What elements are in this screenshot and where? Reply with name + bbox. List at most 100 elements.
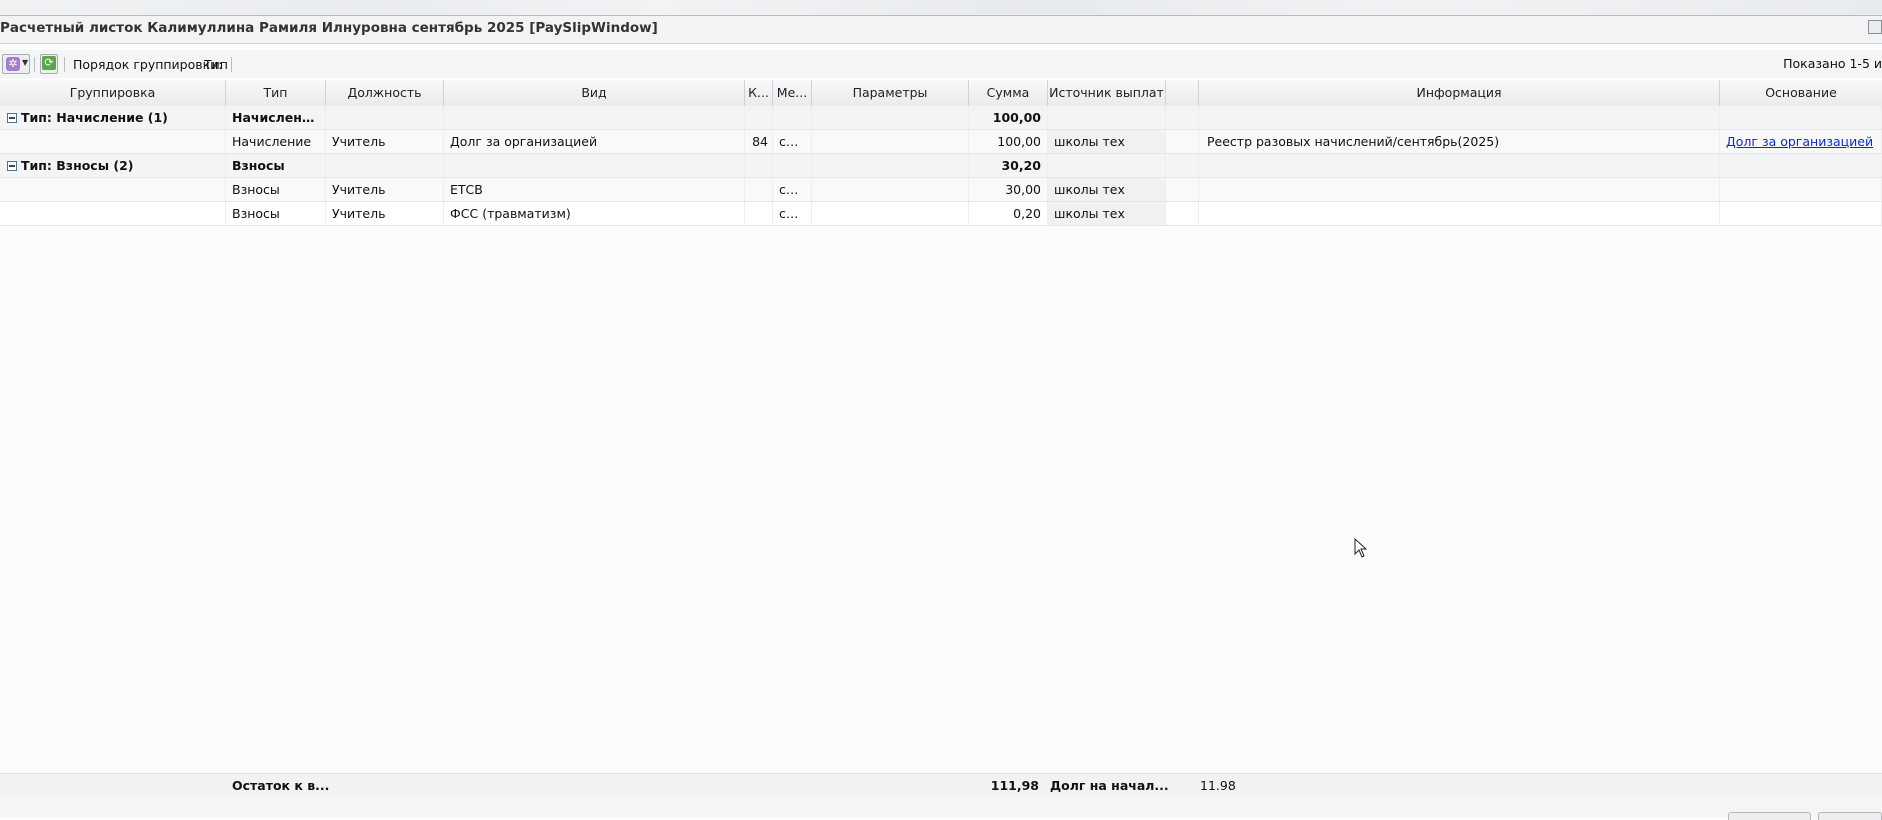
row-me: се... [773, 202, 812, 225]
basis-link[interactable]: Долг за организацией [1726, 134, 1873, 149]
row-basis [1720, 178, 1882, 201]
group-empty [773, 106, 812, 129]
row-params [812, 130, 969, 153]
dialog-button[interactable] [1728, 812, 1811, 820]
group-empty [745, 154, 773, 177]
settings-menu-button[interactable]: ✲ ▼ [2, 54, 30, 74]
group-label-cell[interactable]: Тип: Начисление (1) [0, 106, 226, 129]
row-type: Взносы [226, 202, 326, 225]
group-type: Начисление [226, 106, 326, 129]
collapse-icon[interactable] [7, 161, 17, 171]
group-empty [326, 106, 444, 129]
debt-value: 11.98 [1200, 778, 1236, 793]
row-extra [1166, 178, 1199, 201]
row-info: Реестр разовых начислений/сентябрь(2025) [1199, 130, 1720, 153]
group-empty [444, 106, 745, 129]
row-source: школы тех [1048, 178, 1166, 201]
row-grouping [0, 178, 226, 201]
row-source: школы тех [1048, 202, 1166, 225]
group-empty [1048, 106, 1166, 129]
row-kind: Долг за организацией [444, 130, 745, 153]
group-empty [1166, 154, 1199, 177]
row-sum: 0,20 [969, 202, 1048, 225]
row-sum: 100,00 [969, 130, 1048, 153]
chevron-down-icon: ▼ [22, 58, 29, 67]
column-header-source[interactable]: Источник выплат [1048, 80, 1166, 106]
row-k [745, 178, 773, 201]
toolbar-separator [231, 57, 232, 72]
row-k: 84 [745, 130, 773, 153]
row-type: Взносы [226, 178, 326, 201]
row-position: Учитель [326, 130, 444, 153]
window-titlebar: Расчетный листок Калимуллина Рамиля Илну… [0, 16, 1882, 44]
grouping-order-value[interactable]: Тип [204, 57, 228, 72]
group-empty [745, 106, 773, 129]
row-sum: 30,00 [969, 178, 1048, 201]
group-empty [1720, 154, 1882, 177]
row-grouping [0, 202, 226, 225]
row-basis-cell: Долг за организацией [1720, 130, 1882, 153]
column-header-kind[interactable]: Вид [444, 80, 745, 106]
group-type: Взносы [226, 154, 326, 177]
refresh-button[interactable]: ⟳ [40, 54, 58, 74]
table-row[interactable]: Взносы Учитель ФСС (травматизм) се... 0,… [0, 202, 1882, 226]
row-params [812, 178, 969, 201]
row-info [1199, 202, 1720, 225]
group-label: Тип: Начисление (1) [21, 110, 168, 125]
group-empty [1199, 106, 1720, 129]
group-empty [1166, 106, 1199, 129]
column-header-grouping[interactable]: Группировка [0, 80, 226, 106]
grid-header: Группировка Тип Должность Вид К... Ме...… [0, 80, 1882, 107]
column-header-position[interactable]: Должность [326, 80, 444, 106]
group-empty [1720, 106, 1882, 129]
column-header-blank[interactable] [1166, 80, 1199, 106]
restore-icon[interactable] [1868, 20, 1882, 34]
table-row[interactable]: Начисление Учитель Долг за организацией … [0, 130, 1882, 154]
group-label: Тип: Взносы (2) [21, 158, 134, 173]
column-header-params[interactable]: Параметры [812, 80, 969, 106]
row-me: се... [773, 130, 812, 153]
group-label-cell[interactable]: Тип: Взносы (2) [0, 154, 226, 177]
group-empty [326, 154, 444, 177]
row-info [1199, 178, 1720, 201]
row-me: се... [773, 178, 812, 201]
row-source: школы тех [1048, 130, 1166, 153]
group-empty [773, 154, 812, 177]
refresh-icon: ⟳ [42, 56, 56, 70]
row-type: Начисление [226, 130, 326, 153]
summary-footer: Остаток к в... 111,98 Долг на начал... 1… [0, 773, 1882, 799]
window-title: Расчетный листок Калимуллина Рамиля Илну… [0, 20, 658, 36]
balance-label: Остаток к в... [232, 778, 330, 793]
column-header-sum[interactable]: Сумма [969, 80, 1048, 106]
group-empty [444, 154, 745, 177]
column-header-info[interactable]: Информация [1199, 80, 1720, 106]
group-row[interactable]: Тип: Начисление (1) Начисление 100,00 [0, 106, 1882, 130]
toolbar-separator [34, 57, 35, 72]
group-empty [1048, 154, 1166, 177]
balance-value: 111,98 [990, 778, 1039, 793]
group-sum: 100,00 [969, 106, 1048, 129]
toolbar-separator [64, 57, 65, 72]
row-params [812, 202, 969, 225]
gear-icon: ✲ [6, 57, 20, 71]
row-position: Учитель [326, 178, 444, 201]
row-k [745, 202, 773, 225]
row-position: Учитель [326, 202, 444, 225]
paging-info: Показано 1-5 и [1783, 56, 1882, 71]
grid-toolbar: ✲ ▼ ⟳ Порядок группировки: Тип Показано … [0, 50, 1882, 78]
bottom-bar [0, 798, 1882, 820]
group-row[interactable]: Тип: Взносы (2) Взносы 30,20 [0, 154, 1882, 178]
row-extra [1166, 130, 1199, 153]
column-header-me[interactable]: Ме... [773, 80, 812, 106]
row-extra [1166, 202, 1199, 225]
group-empty [812, 154, 969, 177]
column-header-basis[interactable]: Основание [1720, 80, 1882, 106]
dialog-button[interactable] [1818, 812, 1882, 820]
group-sum: 30,20 [969, 154, 1048, 177]
row-grouping [0, 130, 226, 153]
collapse-icon[interactable] [7, 113, 17, 123]
table-row[interactable]: Взносы Учитель ЕТСВ се... 30,00 школы те… [0, 178, 1882, 202]
row-basis [1720, 202, 1882, 225]
column-header-k[interactable]: К... [745, 80, 773, 106]
column-header-type[interactable]: Тип [226, 80, 326, 106]
